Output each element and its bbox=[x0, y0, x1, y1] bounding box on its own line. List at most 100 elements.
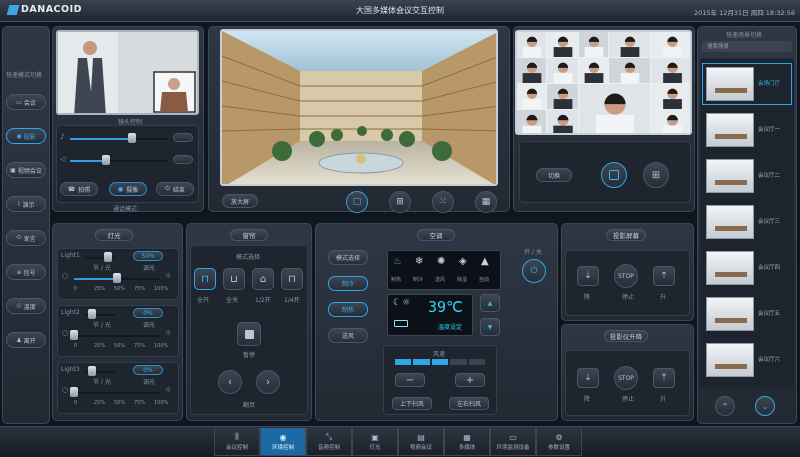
layout-button-2[interactable]: ⊞ bbox=[389, 191, 411, 213]
record-button[interactable]: ● 摄像 bbox=[109, 182, 147, 196]
curtain-stop-button[interactable] bbox=[237, 322, 261, 346]
swing-horizontal-button[interactable]: 左右扫风 bbox=[449, 397, 489, 410]
camera-preview[interactable] bbox=[56, 30, 199, 115]
fan-speed-bar[interactable] bbox=[395, 359, 486, 365]
camera-focus-knob[interactable] bbox=[102, 155, 110, 165]
ac-mode-button-0[interactable]: 模式选择 bbox=[328, 250, 368, 265]
camera-zoom-knob[interactable] bbox=[128, 133, 136, 143]
end-button[interactable]: ⏻ 结束 bbox=[156, 182, 194, 196]
left-nav-item-7[interactable]: ♟ 离开 bbox=[6, 332, 46, 348]
ac-mode-button-1[interactable]: 制冷 bbox=[328, 276, 368, 291]
bottom-tab-icon-1: ◉ bbox=[279, 432, 287, 442]
light-level-knob-1[interactable] bbox=[70, 330, 78, 340]
swing-vertical-button[interactable]: 上下扫风 bbox=[392, 397, 432, 410]
left-nav-label-1: 投影 bbox=[23, 133, 36, 141]
light-level-slider-1[interactable] bbox=[74, 335, 160, 337]
single-view-button[interactable] bbox=[601, 162, 627, 188]
photo-button[interactable]: ☎ 拍照 bbox=[60, 182, 98, 196]
left-nav-item-6[interactable]: ☉ 温度 bbox=[6, 298, 46, 314]
scene-item-2[interactable]: 会议厅二 bbox=[703, 156, 791, 196]
projector_screen-stop-button[interactable]: STOP bbox=[614, 264, 638, 288]
video-conference-grid[interactable] bbox=[515, 30, 692, 135]
scene-item-3[interactable]: 会议厅三 bbox=[703, 202, 791, 242]
ac-icon-1[interactable]: ❄ bbox=[415, 256, 423, 267]
bottom-tab-icon-4: ▤ bbox=[417, 432, 425, 442]
left-nav-item-2[interactable]: ▣ 视频会议 bbox=[6, 162, 46, 178]
light-level-slider-2[interactable] bbox=[74, 392, 160, 394]
ac-icon-label-4: 自动 bbox=[479, 277, 490, 283]
fan-level-5 bbox=[468, 359, 486, 365]
curtain-mode-0[interactable]: ⊓ bbox=[194, 268, 216, 290]
bottom-tab-2[interactable]: ⤡ 音频控制 bbox=[306, 428, 352, 456]
main-video-screen[interactable] bbox=[220, 29, 498, 186]
bottom-tab-label-2: 音频控制 bbox=[317, 445, 340, 451]
curtain-mode-3[interactable]: ⊓ bbox=[281, 268, 303, 290]
bottom-tab-3[interactable]: ▣ 灯光 bbox=[352, 428, 398, 456]
bottom-tab-label-4: 视频会议 bbox=[409, 444, 432, 451]
projector_lift-up-button[interactable]: ⇡ bbox=[653, 368, 675, 388]
light-level-knob-0[interactable] bbox=[113, 273, 121, 283]
scroll-up-button[interactable]: ⌃ bbox=[715, 396, 735, 416]
left-nav-item-3[interactable]: ⌇ 演示 bbox=[6, 196, 46, 212]
fan-plus-button[interactable]: + bbox=[455, 373, 485, 387]
ac-mode-button-2[interactable]: 制热 bbox=[328, 302, 368, 317]
ac-icon-2[interactable]: ✺ bbox=[437, 256, 445, 267]
zoom-screen-button[interactable]: 放大屏 bbox=[222, 194, 258, 208]
bottom-tab-4[interactable]: ▤ 视频会议 bbox=[398, 428, 444, 456]
left-nav-item-0[interactable]: ▭ 会议 bbox=[6, 94, 46, 110]
camera-zoom-slider[interactable] bbox=[70, 138, 168, 140]
bottom-tab-6[interactable]: ▭ 环境监测设备 bbox=[490, 428, 536, 456]
light-toggle-knob-0[interactable] bbox=[104, 252, 112, 262]
curtain-prev-button[interactable]: ‹ bbox=[218, 370, 242, 394]
light-toggle-knob-2[interactable] bbox=[88, 366, 96, 376]
curtain-mode-1[interactable]: ⊔ bbox=[223, 268, 245, 290]
bottom-tab-5[interactable]: ▦ 多媒体 bbox=[444, 428, 490, 456]
fan-level-1 bbox=[395, 359, 412, 365]
ac-mode-button-3[interactable]: 送风 bbox=[328, 328, 368, 343]
projector_screen-up-button[interactable]: ⇡ bbox=[653, 266, 675, 286]
left-nav-item-5[interactable]: ≡ 信号 bbox=[6, 264, 46, 280]
ac-icon-4[interactable]: ▲ bbox=[481, 256, 489, 267]
curtain-next-button[interactable]: › bbox=[256, 370, 280, 394]
layout-button-3[interactable]: ⁙ bbox=[432, 191, 454, 213]
light-scale-1-4: 100% bbox=[154, 343, 169, 349]
light-toggle-knob-1[interactable] bbox=[88, 309, 96, 319]
projector_lift-stop-button[interactable]: STOP bbox=[614, 366, 638, 390]
scene-item-6[interactable]: 会议厅六 bbox=[703, 340, 791, 380]
scene-item-5[interactable]: 会议厅五 bbox=[703, 294, 791, 334]
fan-minus-button[interactable]: − bbox=[395, 373, 425, 387]
projector_screen-down-button[interactable]: ⇣ bbox=[577, 266, 599, 286]
switch-button[interactable]: 切换 bbox=[536, 168, 572, 182]
scene-item-4[interactable]: 会议厅四 bbox=[703, 248, 791, 288]
ac-power-button[interactable]: ⏻ bbox=[522, 259, 546, 283]
scroll-down-button[interactable]: ⌄ bbox=[755, 396, 775, 416]
projector_lift-down-button[interactable]: ⇣ bbox=[577, 368, 599, 388]
scene-table-0 bbox=[715, 88, 747, 93]
bottom-tab-1[interactable]: ◉ 环境控制 bbox=[260, 428, 306, 456]
left-nav-item-4[interactable]: ⬭ 发言 bbox=[6, 230, 46, 246]
light-level-knob-2[interactable] bbox=[70, 387, 78, 397]
left-sidebar-title: 快速模式切换 bbox=[6, 72, 43, 79]
bottom-tab-icon-2: ⤡ bbox=[325, 432, 333, 441]
scene-table-5 bbox=[715, 318, 747, 323]
scene-item-0[interactable]: 会场门厅 bbox=[702, 63, 792, 105]
curtain-mode-2[interactable]: ⌂ bbox=[252, 268, 274, 290]
scene-search-input[interactable]: 搜索场景 bbox=[702, 41, 792, 52]
scene-item-1[interactable]: 会议厅一 bbox=[703, 110, 791, 150]
temp-down-button[interactable]: ▼ bbox=[480, 318, 500, 336]
light-scale-2-0: 0 bbox=[74, 400, 78, 406]
focus-toggle[interactable] bbox=[173, 155, 193, 164]
left-nav-label-3: 演示 bbox=[22, 201, 35, 209]
zoom-toggle[interactable] bbox=[173, 133, 193, 142]
layout-button-1[interactable]: □ bbox=[346, 191, 368, 213]
ac-icon-0[interactable]: ♨ bbox=[393, 256, 402, 267]
light-scale-0-0: 0 bbox=[74, 286, 78, 292]
bottom-tab-7[interactable]: ⚙ 参数设置 bbox=[536, 428, 582, 456]
grid-view-button[interactable]: ⊞ bbox=[643, 162, 669, 188]
left-nav-item-1[interactable]: ◉ 投影 bbox=[6, 128, 46, 144]
temp-up-button[interactable]: ▲ bbox=[480, 294, 500, 312]
bottom-tab-0[interactable]: ⫼ 会议控制 bbox=[214, 428, 260, 456]
layout-button-4[interactable]: ▦ bbox=[475, 191, 497, 213]
ac-icon-3[interactable]: ◈ bbox=[459, 256, 467, 267]
camera-focus-slider[interactable] bbox=[70, 160, 168, 162]
